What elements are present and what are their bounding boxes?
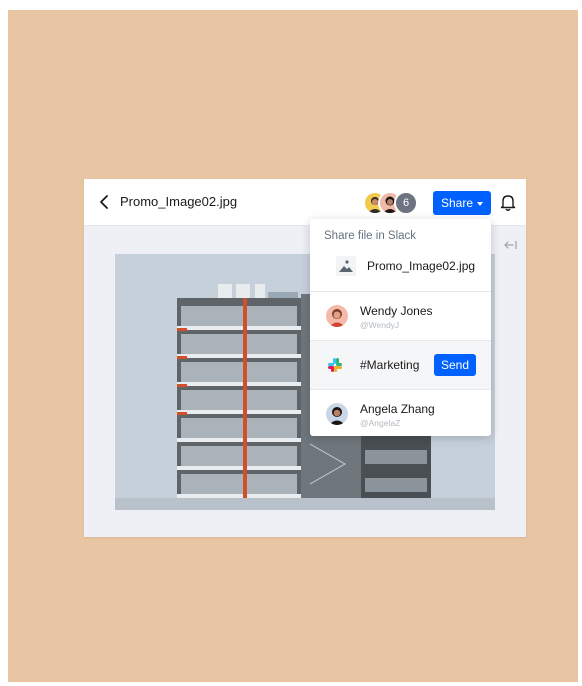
collaborator-avatars[interactable]: 6 [363,191,427,215]
bell-icon[interactable] [499,192,517,212]
slack-icon [328,358,342,372]
avatar-count[interactable]: 6 [394,191,418,215]
channel-name: #Marketing [360,358,420,372]
chevron-down-icon [477,201,484,206]
file-title: Promo_Image02.jpg [120,194,238,209]
list-item[interactable]: Wendy Jones @WendyJ [310,292,491,341]
shared-file-name: Promo_Image02.jpg [367,259,476,273]
backdrop: Promo_Image02.jpg 6 Share Share file in … [8,10,578,682]
share-button[interactable]: Share [433,191,491,215]
share-menu-title: Share file in Slack [324,230,417,242]
avatar [326,403,348,425]
person-handle: @WendyJ [360,320,400,330]
file-preview-window: Promo_Image02.jpg 6 Share Share file in … [84,179,526,537]
collapse-arrow-icon[interactable] [502,239,518,251]
list-item[interactable]: #Marketing Send [310,341,491,390]
image-file-icon [336,256,356,276]
person-name: Angela Zhang [360,402,435,416]
list-item[interactable]: Angela Zhang @AngelaZ [310,390,491,436]
avatar [326,305,348,327]
share-dropdown-menu: Share file in Slack Promo_Image02.jpg We… [310,219,491,436]
back-chevron-icon[interactable] [96,192,114,212]
share-button-label: Share [440,196,474,210]
share-menu-header: Share file in Slack Promo_Image02.jpg [310,219,491,292]
person-handle: @AngelaZ [360,418,401,428]
shared-file-row: Promo_Image02.jpg [336,256,486,278]
send-button[interactable]: Send [434,354,476,376]
person-name: Wendy Jones [360,304,433,318]
